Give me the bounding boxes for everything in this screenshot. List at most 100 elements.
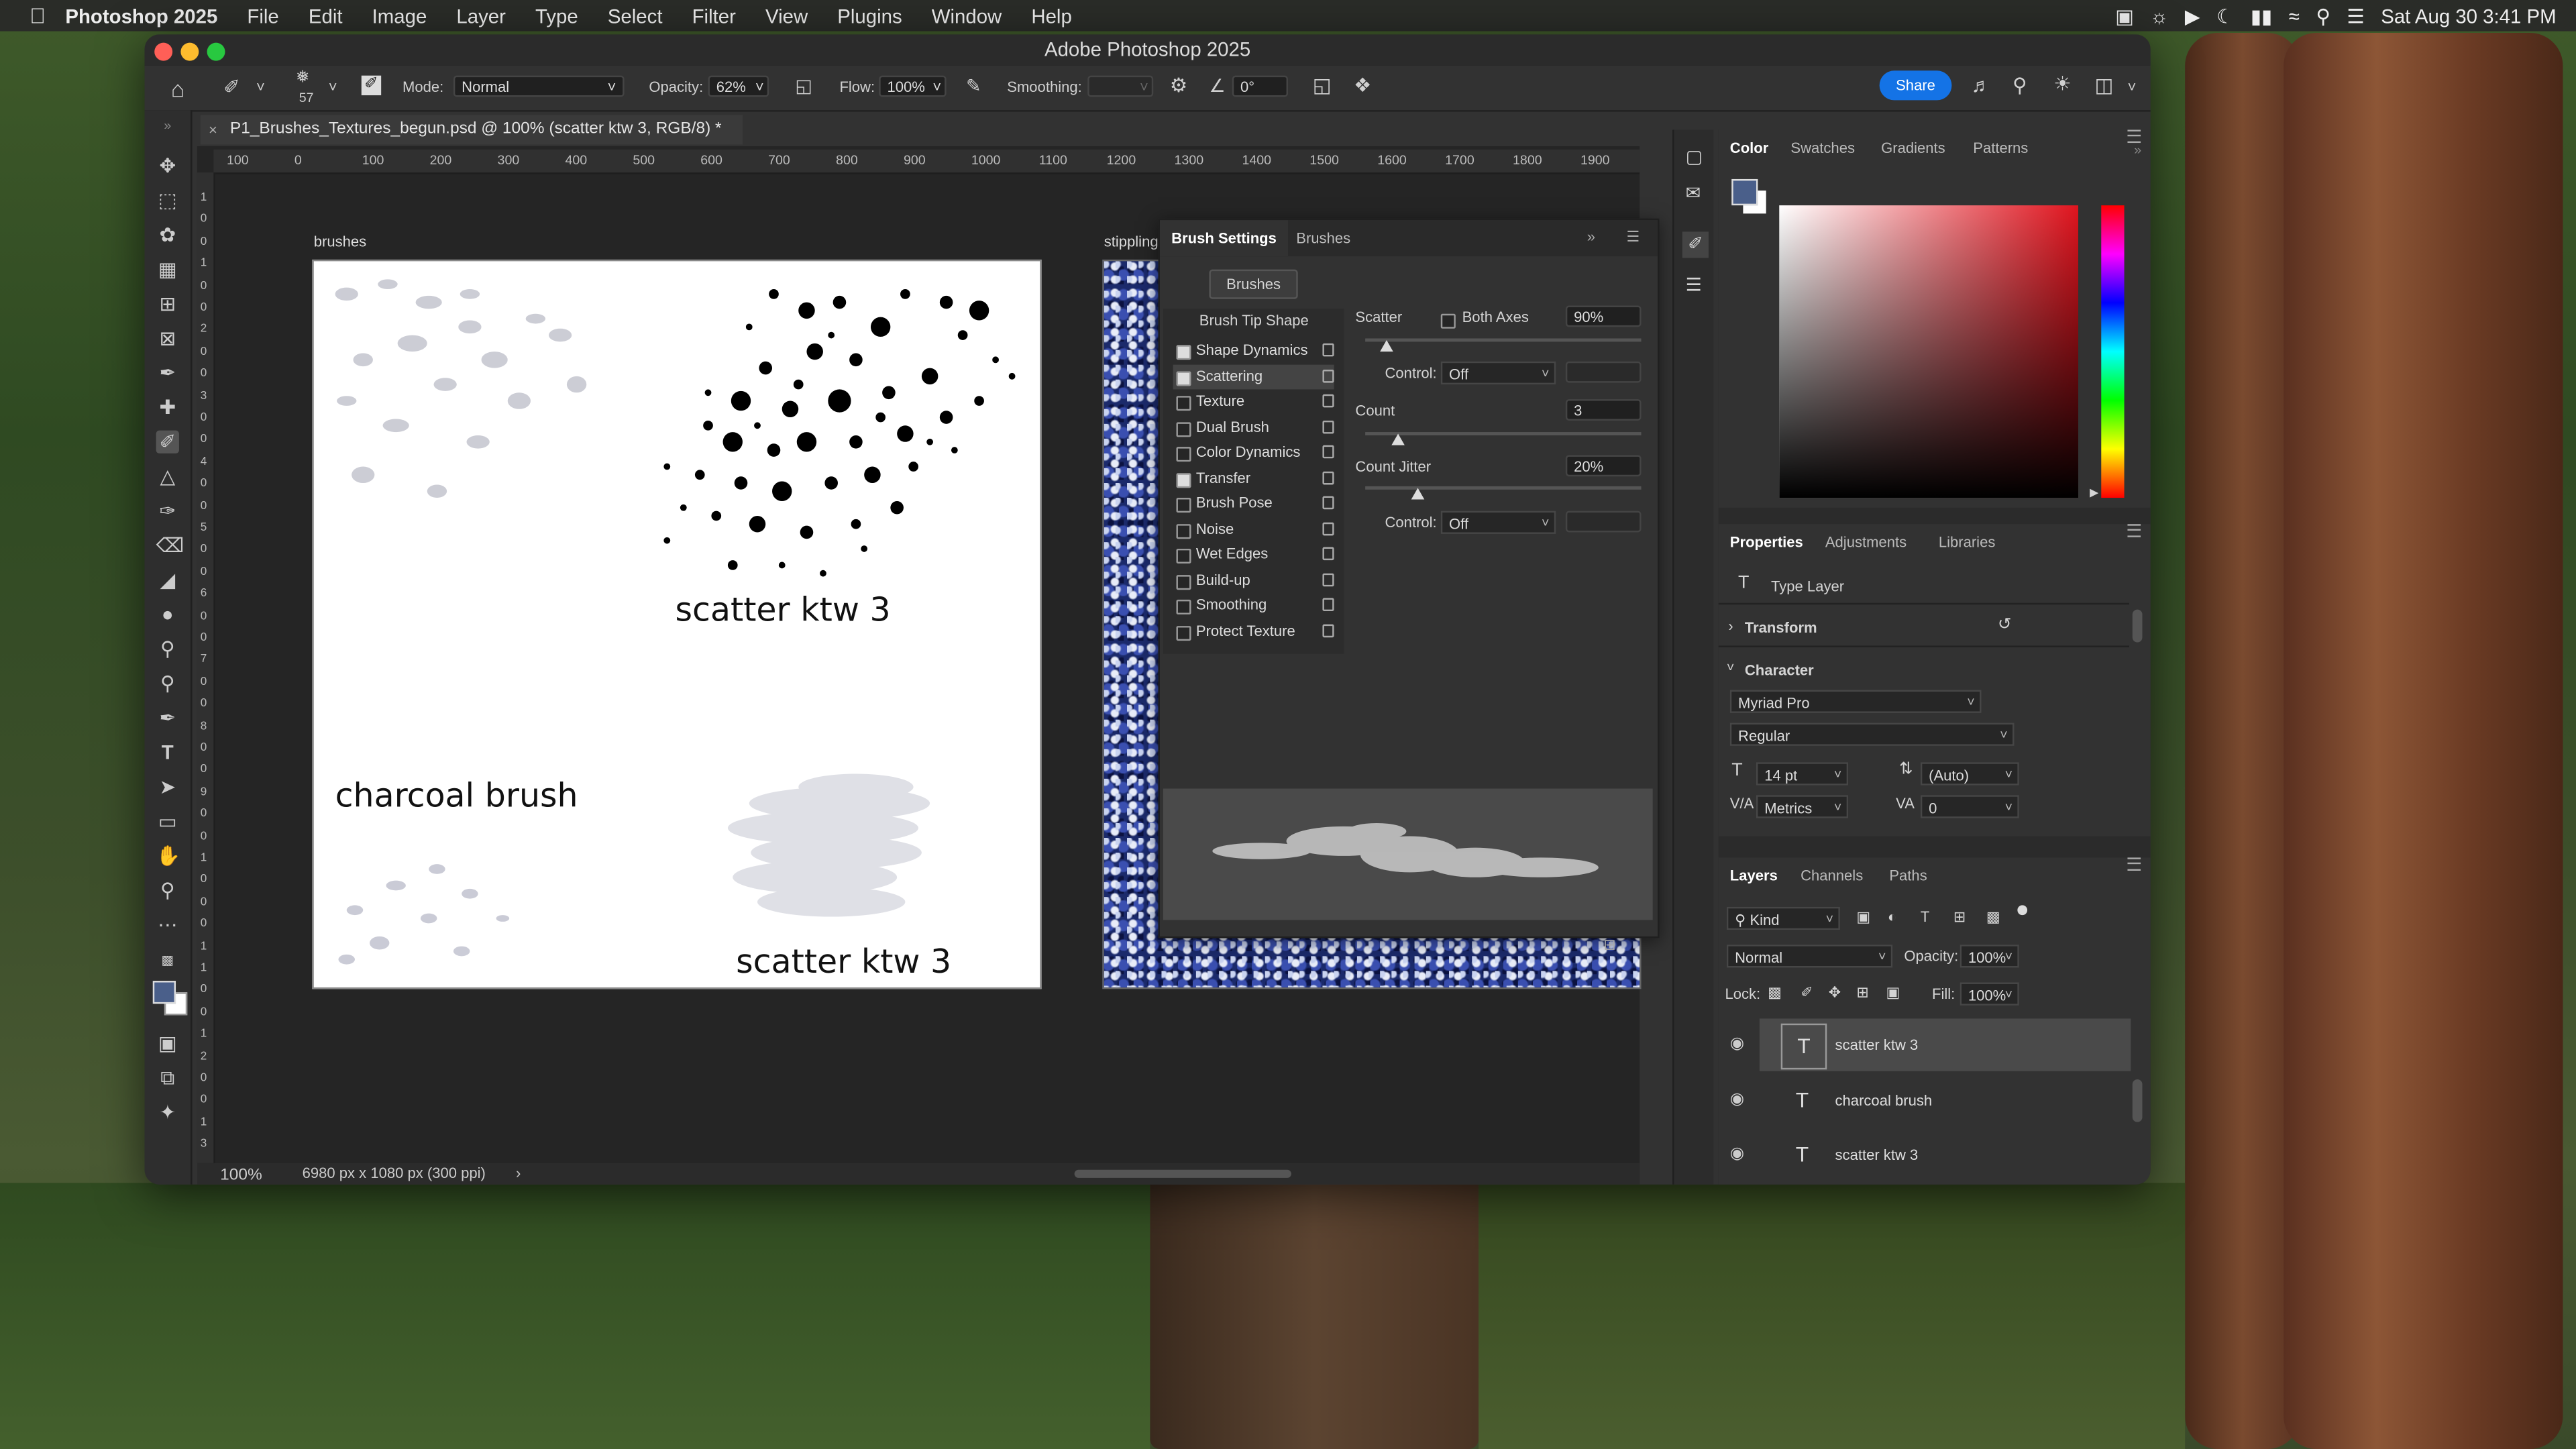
chevron-down-icon[interactable]: ˅ (256, 79, 265, 95)
brush-option-checkbox[interactable] (1176, 548, 1191, 564)
control-select-2[interactable]: Off ˅ (1440, 511, 1556, 534)
character-section[interactable]: Character (1745, 662, 1814, 678)
filter-type-icon[interactable]: T (1921, 908, 1929, 924)
rectangle-shape-icon[interactable]: ▭ (156, 810, 179, 833)
brush-option-brush-pose[interactable]: Brush Pose (1173, 491, 1334, 516)
tab-brush-settings[interactable]: Brush Settings (1159, 220, 1289, 257)
lock-icon[interactable] (1322, 470, 1334, 484)
brush-option-checkbox[interactable] (1176, 396, 1191, 411)
control-center-icon[interactable]: ☰ (2347, 4, 2364, 27)
chevron-right-icon[interactable]: › (516, 1163, 521, 1185)
chevron-down-icon[interactable]: ˅ (2127, 79, 2136, 95)
healing-brush-icon[interactable]: ✚ (156, 396, 179, 419)
adjustments-sliders-icon[interactable]: ☰ (1686, 274, 1702, 295)
menu-layer[interactable]: Layer (456, 4, 506, 27)
brush-option-shape-dynamics[interactable]: Shape Dynamics (1173, 338, 1334, 363)
both-axes-checkbox[interactable] (1440, 313, 1456, 329)
mode-select[interactable]: Normal ˅ (453, 75, 625, 97)
filter-toggle-icon[interactable] (2017, 905, 2028, 916)
panel-menu-icon[interactable] (2127, 524, 2141, 537)
brush-option-checkbox[interactable] (1176, 370, 1191, 386)
workspace-icon[interactable]: ◫ (2094, 74, 2113, 97)
layer-filter-kind[interactable]: ⚲ Kind ˅ (1726, 906, 1840, 930)
document-tab[interactable]: × P1_Brushes_Textures_begun.psd @ 100% (… (200, 115, 743, 145)
brush-option-color-dynamics[interactable]: Color Dynamics (1173, 440, 1334, 465)
app-menu[interactable]: Photoshop 2025 (65, 4, 217, 27)
blend-mode-select[interactable]: Normal ˅ (1726, 945, 1893, 968)
transform-section[interactable]: Transform (1745, 619, 1817, 635)
collapse-dock-chevrons-icon[interactable]: » (2134, 143, 2141, 158)
brushes-button[interactable]: Brushes (1209, 269, 1298, 299)
symmetry-butterfly-icon[interactable]: ❖ (1354, 74, 1371, 97)
screen-mode-icon[interactable]: ⧉ (156, 1066, 179, 1089)
visibility-eye-icon[interactable]: ◉ (1730, 1090, 1744, 1108)
notifications-bell-icon[interactable]: ♬ (1972, 74, 1991, 97)
brush-tool-preset-icon[interactable]: ✐ (223, 76, 240, 99)
brush-settings-panel-icon[interactable]: ✐ (1682, 231, 1709, 258)
tab-brushes[interactable]: Brushes (1285, 220, 1362, 256)
path-selection-icon[interactable]: ➤ (156, 775, 179, 798)
artboard-brushes[interactable]: scatter ktw 3 charcoal brush scatter ktw… (312, 259, 1042, 989)
foreground-color-swatch[interactable] (152, 981, 176, 1004)
brush-tool-icon[interactable]: ✐ (156, 430, 179, 453)
layer-row[interactable]: Tscatter ktw 3 (1760, 1128, 2131, 1181)
lock-icon[interactable] (1322, 419, 1334, 433)
text-scatter-bottom[interactable]: scatter ktw 3 (736, 941, 951, 981)
layer-row[interactable]: Tcharcoal brush (1760, 1073, 2131, 1126)
brush-option-checkbox[interactable] (1176, 625, 1191, 640)
tab-channels[interactable]: Channels (1801, 857, 1863, 894)
brush-option-checkbox[interactable] (1176, 345, 1191, 360)
close-tab-icon[interactable]: × (209, 115, 217, 144)
generative-layer-icon[interactable]: ✦ (156, 1101, 179, 1124)
apple-icon[interactable]:  (30, 3, 46, 28)
menu-type[interactable]: Type (535, 4, 578, 27)
object-selection-icon[interactable]: ▦ (156, 258, 179, 280)
play-icon[interactable]: ▶ (2185, 4, 2200, 27)
gear-icon[interactable]: ⚙ (1170, 74, 1187, 97)
tab-layers[interactable]: Layers (1730, 857, 1778, 894)
text-charcoal-brush[interactable]: charcoal brush (335, 775, 578, 815)
brush-option-smoothing[interactable]: Smoothing (1173, 593, 1334, 618)
color-saturation-field[interactable] (1779, 205, 2078, 498)
brush-tip-shape-item[interactable]: Brush Tip Shape (1199, 312, 1309, 328)
search-icon[interactable]: ⚲ (2012, 74, 2027, 97)
count-jitter-slider-track[interactable] (1365, 486, 1642, 490)
dodge-tool-icon[interactable]: ⚲ (156, 637, 179, 660)
collapse-chevrons-icon[interactable]: » (1587, 228, 1595, 244)
blur-drop-icon[interactable]: ● (156, 603, 179, 626)
zoom-tool-icon[interactable]: ⚲ (156, 879, 179, 902)
creative-cloud-icon[interactable]: ☼ (2150, 4, 2168, 27)
chevron-down-icon[interactable]: ˅ (329, 79, 337, 95)
brush-option-dual-brush[interactable]: Dual Brush (1173, 415, 1334, 439)
lock-icon[interactable] (1322, 623, 1334, 637)
lock-image-icon[interactable]: ✐ (1801, 984, 1813, 1002)
lock-icon[interactable] (1322, 445, 1334, 459)
layers-scrollbar[interactable] (2132, 1079, 2143, 1122)
eraser-icon[interactable]: ⌫ (156, 534, 184, 557)
brush-option-checkbox[interactable] (1176, 574, 1191, 589)
brush-option-checkbox[interactable] (1176, 421, 1191, 437)
crop-tool-icon[interactable]: ⊞ (156, 292, 179, 315)
brush-option-checkbox[interactable] (1176, 447, 1191, 462)
tab-adjustments[interactable]: Adjustments (1825, 524, 1907, 560)
more-tools-icon[interactable]: ⋯ (156, 914, 179, 936)
default-colors-icon[interactable]: ▩ (156, 950, 179, 973)
tab-properties[interactable]: Properties (1730, 524, 1803, 560)
zoom-level[interactable]: 100% (220, 1165, 262, 1185)
pressure-opacity-icon[interactable]: ◱ (795, 76, 812, 97)
angle-input[interactable]: 0° (1232, 75, 1289, 97)
collapse-chevrons-icon[interactable]: » (156, 115, 179, 138)
brush-option-build-up[interactable]: Build-up (1173, 568, 1334, 592)
filter-adjustment-icon[interactable]: ◐ (1888, 908, 1896, 924)
close-window-button[interactable] (154, 42, 173, 61)
horizontal-scrollbar[interactable] (1074, 1169, 1291, 1178)
filter-shape-icon[interactable]: ⊞ (1953, 908, 1966, 926)
share-button[interactable]: Share (1879, 70, 1952, 101)
font-size-select[interactable]: 14 pt ˅ (1756, 762, 1849, 786)
flow-input[interactable]: 100% ˅ (879, 75, 947, 97)
smoothing-input[interactable]: ˅ (1087, 75, 1154, 97)
rectangular-marquee-icon[interactable]: ⬚ (156, 189, 179, 212)
text-scatter-top[interactable]: scatter ktw 3 (676, 590, 891, 629)
history-brush-icon[interactable]: ✑ (156, 499, 179, 522)
clone-stamp-icon[interactable]: △ (156, 465, 179, 488)
